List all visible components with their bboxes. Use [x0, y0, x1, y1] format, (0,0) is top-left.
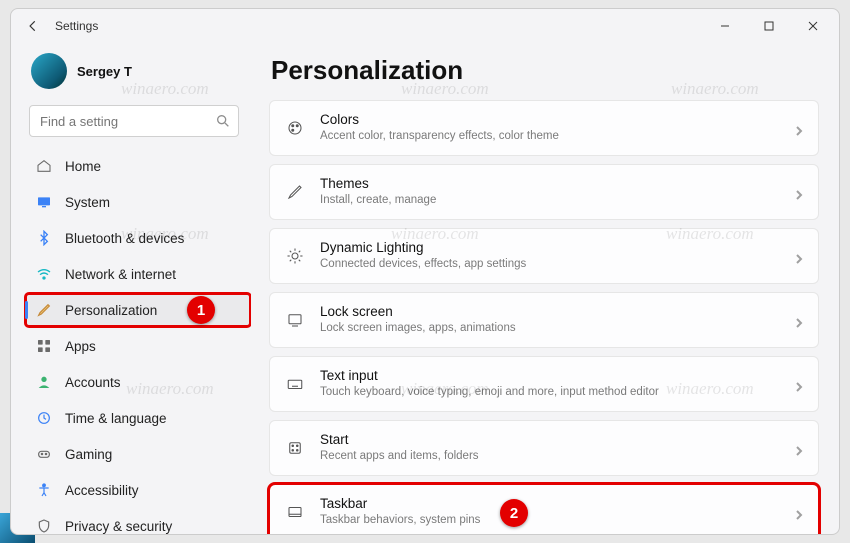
search-icon — [215, 113, 231, 129]
sidebar-item-personalization[interactable]: Personalization 1 — [25, 293, 251, 327]
search-box — [29, 105, 239, 137]
annotation-badge-1: 1 — [187, 296, 215, 324]
window-body: Sergey T Home System Bluetooth & devices — [11, 43, 839, 534]
main-content: Personalization Colors Accent color, tra… — [251, 43, 839, 534]
time-language-icon — [35, 409, 53, 427]
app-title: Settings — [55, 19, 98, 33]
profile-block[interactable]: Sergey T — [25, 49, 251, 101]
privacy-icon — [35, 517, 53, 534]
sidebar-item-label: Network & internet — [65, 267, 176, 282]
sidebar-item-accounts[interactable]: Accounts — [25, 365, 251, 399]
minimize-button[interactable] — [703, 11, 747, 41]
chevron-right-icon — [794, 507, 804, 517]
card-lock-screen[interactable]: Lock screen Lock screen images, apps, an… — [269, 292, 819, 348]
maximize-button[interactable] — [747, 11, 791, 41]
settings-window: Settings Sergey T Home — [10, 8, 840, 535]
card-text: Taskbar Taskbar behaviors, system pins — [320, 496, 480, 527]
card-colors[interactable]: Colors Accent color, transparency effect… — [269, 100, 819, 156]
sidebar-item-apps[interactable]: Apps — [25, 329, 251, 363]
chevron-right-icon — [794, 251, 804, 261]
back-button[interactable] — [15, 11, 51, 41]
card-text: Start Recent apps and items, folders — [320, 432, 479, 463]
annotation-badge-2: 2 — [500, 499, 528, 527]
chevron-right-icon — [794, 315, 804, 325]
home-icon — [35, 157, 53, 175]
nav-list: Home System Bluetooth & devices Network … — [25, 149, 251, 534]
card-text: Themes Install, create, manage — [320, 176, 436, 207]
card-text-input[interactable]: Text input Touch keyboard, voice typing,… — [269, 356, 819, 412]
card-dynamic-lighting[interactable]: Dynamic Lighting Connected devices, effe… — [269, 228, 819, 284]
start-icon — [284, 437, 306, 459]
lock-screen-icon — [284, 309, 306, 331]
sidebar-item-label: Personalization — [65, 303, 157, 318]
titlebar: Settings — [11, 9, 839, 43]
sidebar-item-privacy[interactable]: Privacy & security — [25, 509, 251, 534]
chevron-right-icon — [794, 379, 804, 389]
accessibility-icon — [35, 481, 53, 499]
settings-cards: Colors Accent color, transparency effect… — [269, 100, 819, 534]
chevron-right-icon — [794, 187, 804, 197]
card-text: Dynamic Lighting Connected devices, effe… — [320, 240, 526, 271]
sidebar-item-label: Accessibility — [65, 483, 139, 498]
sidebar-item-label: Accounts — [65, 375, 121, 390]
system-icon — [35, 193, 53, 211]
card-text: Colors Accent color, transparency effect… — [320, 112, 559, 143]
card-desc: Recent apps and items, folders — [320, 449, 479, 463]
bluetooth-icon — [35, 229, 53, 247]
apps-icon — [35, 337, 53, 355]
sidebar-item-label: System — [65, 195, 110, 210]
search-input[interactable] — [29, 105, 239, 137]
page-title: Personalization — [271, 55, 819, 86]
avatar — [31, 53, 67, 89]
taskbar-icon — [284, 501, 306, 523]
card-text: Text input Touch keyboard, voice typing,… — [320, 368, 659, 399]
window-controls — [703, 11, 835, 41]
sidebar-item-accessibility[interactable]: Accessibility — [25, 473, 251, 507]
sidebar-item-label: Privacy & security — [65, 519, 172, 534]
card-desc: Accent color, transparency effects, colo… — [320, 129, 559, 143]
card-title: Colors — [320, 112, 559, 129]
colors-icon — [284, 117, 306, 139]
close-button[interactable] — [791, 11, 835, 41]
card-title: Taskbar — [320, 496, 480, 513]
chevron-right-icon — [794, 443, 804, 453]
gaming-icon — [35, 445, 53, 463]
card-title: Themes — [320, 176, 436, 193]
card-desc: Install, create, manage — [320, 193, 436, 207]
sidebar-item-home[interactable]: Home — [25, 149, 251, 183]
accounts-icon — [35, 373, 53, 391]
card-desc: Connected devices, effects, app settings — [320, 257, 526, 271]
sidebar-item-system[interactable]: System — [25, 185, 251, 219]
sidebar-item-label: Time & language — [65, 411, 167, 426]
personalization-icon — [35, 301, 53, 319]
sidebar-item-label: Apps — [65, 339, 96, 354]
card-start[interactable]: Start Recent apps and items, folders — [269, 420, 819, 476]
sidebar-item-bluetooth[interactable]: Bluetooth & devices — [25, 221, 251, 255]
sidebar-item-label: Gaming — [65, 447, 112, 462]
sidebar-item-gaming[interactable]: Gaming — [25, 437, 251, 471]
sidebar-item-time-language[interactable]: Time & language — [25, 401, 251, 435]
card-desc: Touch keyboard, voice typing, emoji and … — [320, 385, 659, 399]
card-title: Lock screen — [320, 304, 516, 321]
sidebar-item-network[interactable]: Network & internet — [25, 257, 251, 291]
card-desc: Lock screen images, apps, animations — [320, 321, 516, 335]
card-title: Start — [320, 432, 479, 449]
keyboard-icon — [284, 373, 306, 395]
sidebar-item-label: Bluetooth & devices — [65, 231, 184, 246]
username: Sergey T — [77, 64, 132, 79]
sidebar: Sergey T Home System Bluetooth & devices — [11, 43, 251, 534]
card-title: Text input — [320, 368, 659, 385]
themes-icon — [284, 181, 306, 203]
card-desc: Taskbar behaviors, system pins — [320, 513, 480, 527]
chevron-right-icon — [794, 123, 804, 133]
wifi-icon — [35, 265, 53, 283]
card-taskbar[interactable]: Taskbar Taskbar behaviors, system pins 2 — [269, 484, 819, 534]
card-themes[interactable]: Themes Install, create, manage — [269, 164, 819, 220]
card-text: Lock screen Lock screen images, apps, an… — [320, 304, 516, 335]
dynamic-lighting-icon — [284, 245, 306, 267]
card-title: Dynamic Lighting — [320, 240, 526, 257]
sidebar-item-label: Home — [65, 159, 101, 174]
